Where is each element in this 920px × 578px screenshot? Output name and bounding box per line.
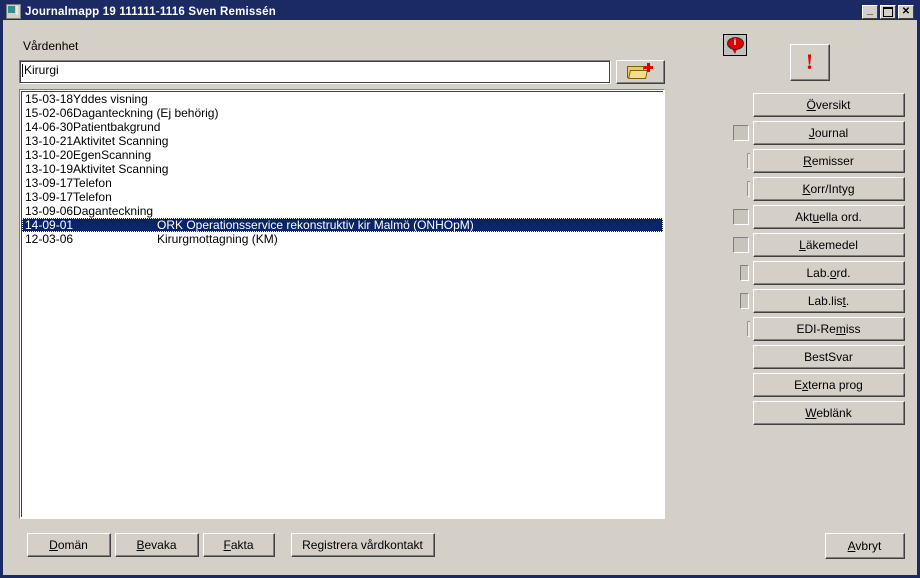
list-item-date: 14-06-30 xyxy=(25,120,74,134)
side-button-label: BestSvar xyxy=(804,349,853,364)
side-button-lab-list[interactable]: Lab.list. xyxy=(753,289,905,313)
bottom-button-registrera-v-rdkontakt[interactable]: Registrera vårdkontakt xyxy=(291,533,435,557)
warning-exclamation-icon: ! xyxy=(805,49,814,74)
journalmapp-window: Journalmapp 19 111111-1116 Sven Remissén… xyxy=(0,0,920,578)
list-item-text: Yddes visning xyxy=(73,92,148,106)
info-bubble-glyph: i xyxy=(733,37,737,47)
list-item[interactable]: 14-06-30 Patientbakgrund xyxy=(22,120,663,134)
side-button-label: Externa prog xyxy=(794,377,863,392)
side-button-indicator[interactable] xyxy=(747,321,750,337)
window-icon[interactable] xyxy=(6,4,21,19)
list-item[interactable]: 13-10-20 EgenScanning xyxy=(22,148,663,162)
list-item-text: Daganteckning (Ej behörig) xyxy=(73,106,219,120)
list-item-date: 13-10-19 xyxy=(25,162,74,176)
journal-entries-list: 15-03-18 Yddes visning 15-02-06 Daganteck… xyxy=(21,91,663,517)
bottom-button-dom-n[interactable]: Domän xyxy=(27,533,111,557)
bottom-button-label: Domän xyxy=(49,537,88,552)
side-button-label: Journal xyxy=(808,125,849,140)
side-button-korr-intyg[interactable]: Korr/Intyg xyxy=(753,177,905,201)
list-item[interactable]: 13-09-17 Telefon xyxy=(22,176,663,190)
bottom-button-bevaka[interactable]: Bevaka xyxy=(115,533,199,557)
bottom-button-label: Bevaka xyxy=(136,537,177,552)
add-folder-button[interactable] xyxy=(616,60,665,84)
side-button-label: Remisser xyxy=(803,153,854,168)
warning-exclamation-button[interactable]: ! xyxy=(790,44,830,81)
cancel-button[interactable]: Avbryt xyxy=(825,533,905,559)
side-button-webl-nk[interactable]: Weblänk xyxy=(753,401,905,425)
side-button-label: Lab.list. xyxy=(807,293,850,308)
list-item-text: Telefon xyxy=(73,176,112,190)
folder-plus-icon xyxy=(627,62,653,80)
maximize-button[interactable] xyxy=(880,4,896,19)
side-button-externa-prog[interactable]: Externa prog xyxy=(753,373,905,397)
vardenhet-input[interactable]: Kirurgi xyxy=(19,60,611,84)
list-item-text: Daganteckning xyxy=(73,204,154,218)
vardenhet-label: Vårdenhet xyxy=(23,39,79,53)
list-item-text: Patientbakgrund xyxy=(73,120,161,134)
list-item[interactable]: 13-09-17 Telefon xyxy=(22,190,663,204)
info-bubble-icon[interactable]: i xyxy=(723,34,747,56)
side-button-aktuella-ord[interactable]: Aktuella ord. xyxy=(753,205,905,229)
list-item-date: 13-09-17 xyxy=(25,190,74,204)
bottom-button-label: Registrera vårdkontakt xyxy=(302,537,423,552)
list-item[interactable]: 12-03-06 Kirurgmottagning (KM) xyxy=(22,232,663,246)
side-button-edi-remiss[interactable]: EDI-Remiss xyxy=(753,317,905,341)
side-button-label: Läkemedel xyxy=(799,237,858,252)
list-item[interactable]: 13-10-19 Aktivitet Scanning xyxy=(22,162,663,176)
cancel-button-label: Avbryt xyxy=(847,538,882,553)
list-item-date: 15-03-18 xyxy=(25,92,74,106)
side-button-label: Lab.ord. xyxy=(806,265,851,280)
list-item-text: Aktivitet Scanning xyxy=(73,162,169,176)
side-button-versikt[interactable]: Översikt xyxy=(753,93,905,117)
list-item-text: Aktivitet Scanning xyxy=(73,134,169,148)
window-controls: _ ✕ xyxy=(862,4,915,19)
list-item[interactable]: 13-10-21 Aktivitet Scanning xyxy=(22,134,663,148)
side-button-label: Översikt xyxy=(806,97,851,112)
side-button-indicator[interactable] xyxy=(747,153,750,169)
side-button-indicator[interactable] xyxy=(740,265,749,281)
window-title: Journalmapp 19 111111-1116 Sven Remissén xyxy=(25,5,276,18)
list-item-date: 14-09-01 xyxy=(25,218,74,232)
side-button-indicator[interactable] xyxy=(740,293,749,309)
vardenhet-value: Kirurgi xyxy=(24,63,59,77)
side-button-label: Korr/Intyg xyxy=(802,181,855,196)
list-item-text: Telefon xyxy=(73,190,112,204)
side-button-bestsvar[interactable]: BestSvar xyxy=(753,345,905,369)
list-item[interactable]: 15-02-06 Daganteckning (Ej behörig) xyxy=(22,106,663,120)
list-item-date: 12-03-06 xyxy=(25,232,74,246)
side-button-l-kemedel[interactable]: Läkemedel xyxy=(753,233,905,257)
side-button-label: Aktuella ord. xyxy=(795,209,862,224)
list-item-date: 13-09-17 xyxy=(25,176,74,190)
side-button-indicator[interactable] xyxy=(733,209,749,225)
side-button-journal[interactable]: Journal xyxy=(753,121,905,145)
text-caret xyxy=(22,64,23,77)
minimize-button[interactable]: _ xyxy=(862,4,878,19)
side-button-label: EDI-Remiss xyxy=(796,321,861,336)
list-item-date: 15-02-06 xyxy=(25,106,74,120)
side-button-label: Weblänk xyxy=(805,405,852,420)
side-button-indicator[interactable] xyxy=(733,125,749,141)
bottom-button-label: Fakta xyxy=(223,537,254,552)
title-bar: Journalmapp 19 111111-1116 Sven Remissén… xyxy=(3,3,917,20)
side-button-indicator[interactable] xyxy=(747,181,750,197)
list-item[interactable]: 14-09-01 ORK Operationsservice rekonstruk… xyxy=(22,218,663,232)
list-item[interactable]: 13-09-06 Daganteckning xyxy=(22,204,663,218)
side-button-indicator[interactable] xyxy=(733,237,749,253)
list-item-date: 13-10-20 xyxy=(25,148,74,162)
list-item-date: 13-09-06 xyxy=(25,204,74,218)
side-button-lab-ord[interactable]: Lab.ord. xyxy=(753,261,905,285)
list-item-text: ORK Operationsservice rekonstruktiv kir … xyxy=(157,218,474,232)
side-button-remisser[interactable]: Remisser xyxy=(753,149,905,173)
list-item-text: EgenScanning xyxy=(73,148,152,162)
list-item[interactable]: 15-03-18 Yddes visning xyxy=(22,92,663,106)
bottom-button-fakta[interactable]: Fakta xyxy=(203,533,275,557)
list-item-text: Kirurgmottagning (KM) xyxy=(157,232,278,246)
close-button[interactable]: ✕ xyxy=(898,4,914,19)
list-item-date: 13-10-21 xyxy=(25,134,74,148)
journal-entries-listbox[interactable]: 15-03-18 Yddes visning 15-02-06 Daganteck… xyxy=(19,89,665,519)
